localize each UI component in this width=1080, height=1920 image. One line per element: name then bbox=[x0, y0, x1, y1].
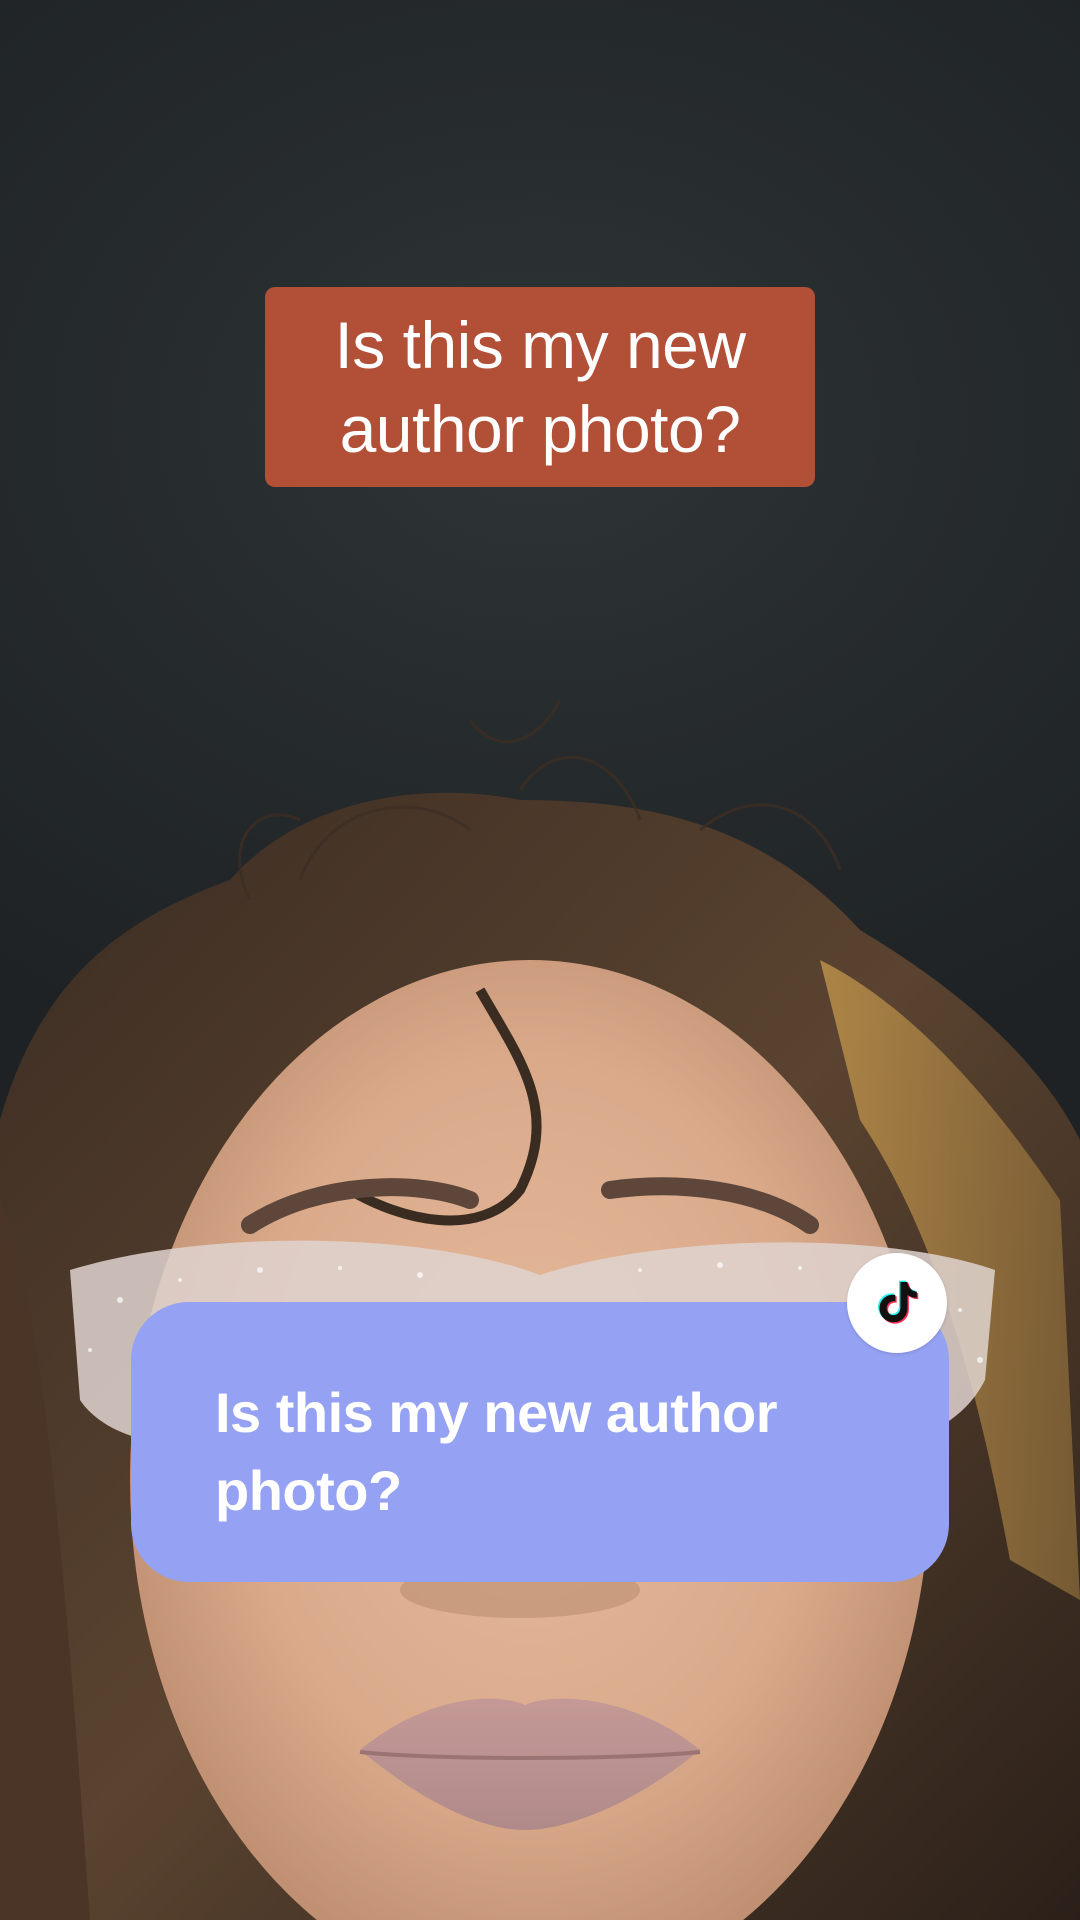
tiktok-logo-icon bbox=[847, 1253, 947, 1353]
comment-reply-text: Is this my new author photo? bbox=[215, 1381, 778, 1522]
caption-sticker-text: Is this my new author photo? bbox=[334, 308, 746, 466]
comment-reply-bubble[interactable]: Is this my new author photo? bbox=[131, 1302, 949, 1582]
caption-sticker: Is this my new author photo? bbox=[265, 287, 815, 487]
video-frame[interactable]: Is this my new author photo? Is this my … bbox=[0, 0, 1080, 1920]
